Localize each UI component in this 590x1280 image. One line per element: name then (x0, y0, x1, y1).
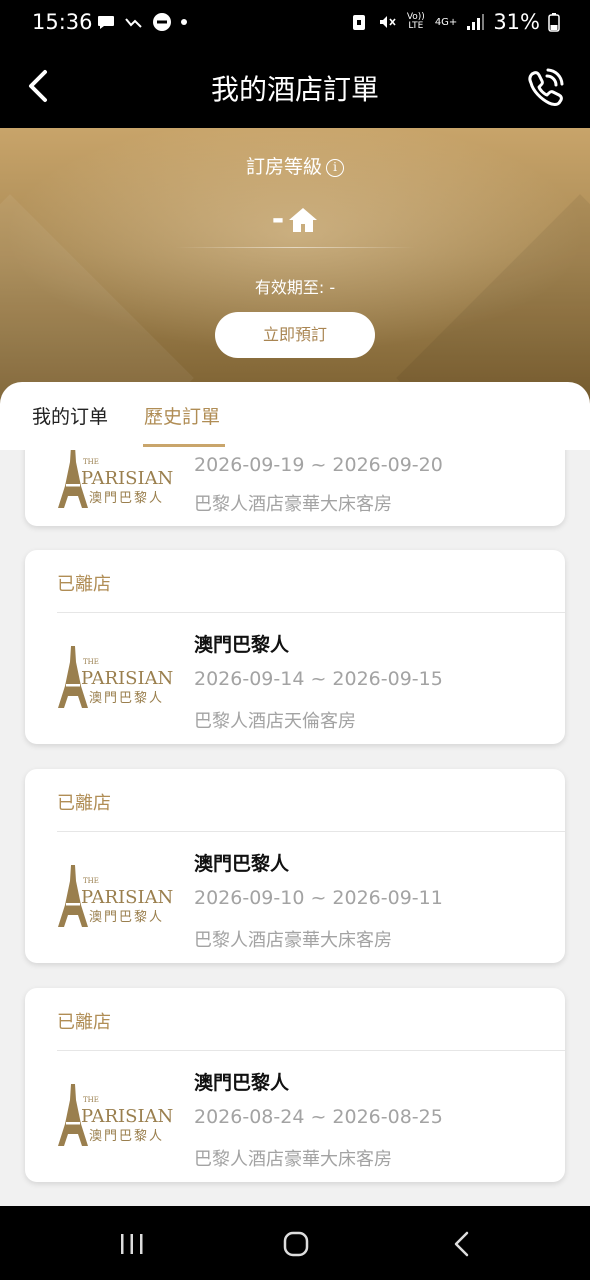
system-nav-bar (0, 1206, 590, 1280)
status-right-icons: Vo)) LTE 4G+ 31% (349, 10, 560, 34)
status-notification-icons (96, 12, 188, 32)
room-type: 巴黎人酒店豪華大床客房 (194, 1149, 392, 1170)
svg-text:PARISIAN: PARISIAN (81, 1106, 173, 1127)
back-nav-icon (454, 1231, 469, 1257)
room-type: 巴黎人酒店天倫客房 (194, 711, 356, 732)
svg-text:澳門巴黎人: 澳門巴黎人 (89, 909, 164, 925)
svg-text:THE: THE (83, 877, 99, 885)
signal-icon (467, 14, 485, 30)
book-now-button[interactable]: 立即預訂 (215, 312, 375, 358)
parisian-logo: THE PARISIAN 澳門巴黎人 (57, 1082, 175, 1148)
card-divider (57, 831, 565, 832)
parisian-logo: THE PARISIAN 澳門巴黎人 (57, 450, 175, 510)
svg-text:PARISIAN: PARISIAN (81, 668, 173, 689)
card-divider (57, 612, 565, 613)
status-bar: 15:36 Vo)) LTE 4G+ 31% (0, 0, 590, 48)
network-type-label: 4G+ (434, 16, 458, 28)
stay-dates: 2026-09-19 ~ 2026-09-20 (194, 454, 443, 476)
missed-call-icon (125, 18, 142, 28)
order-card[interactable]: 已離店 THE PARISIAN 澳門巴黎人 澳門巴黎人 2026-09-10 … (25, 769, 565, 963)
tier-value: - (0, 202, 590, 237)
hotel-name: 澳門巴黎人 (194, 853, 290, 875)
active-tab-indicator (143, 444, 225, 447)
order-card[interactable]: 已離店 THE PARISIAN 澳門巴黎人 澳門巴黎人 2026-09-14 … (25, 550, 565, 744)
dot-icon (181, 19, 187, 25)
info-icon[interactable]: i (326, 159, 344, 177)
recent-apps-icon (121, 1234, 143, 1254)
tab-my-orders[interactable]: 我的订单 (32, 402, 108, 429)
volte-label: Vo)) LTE (406, 12, 425, 31)
eiffel-tower-logo-icon: THE PARISIAN 澳門巴黎人 (58, 1084, 173, 1146)
app-header: 我的酒店訂單 (0, 48, 590, 128)
eiffel-tower-logo-icon: THE PARISIAN 澳門巴黎人 (58, 450, 173, 508)
svg-text:澳門巴黎人: 澳門巴黎人 (89, 490, 164, 506)
phone-call-icon (528, 68, 564, 106)
home-nav-button[interactable] (276, 1224, 316, 1264)
stay-dates: 2026-09-14 ~ 2026-09-15 (194, 668, 443, 690)
svg-text:PARISIAN: PARISIAN (81, 887, 173, 908)
status-time: 15:36 (32, 10, 93, 34)
order-tabs: 我的订单 歷史訂單 (0, 382, 590, 450)
stay-dates: 2026-09-10 ~ 2026-09-11 (194, 887, 443, 909)
eiffel-tower-logo-icon: THE PARISIAN 澳門巴黎人 (58, 646, 173, 708)
do-not-disturb-icon (153, 13, 171, 31)
card-divider (57, 1050, 565, 1051)
call-button[interactable] (522, 64, 568, 110)
membership-hero: 訂房等級 i - 有效期至: - 立即預訂 (0, 128, 590, 408)
svg-text:THE: THE (83, 458, 99, 466)
valid-until: 有效期至: - (254, 278, 336, 297)
recent-apps-button[interactable] (112, 1224, 152, 1264)
order-card[interactable]: THE PARISIAN 澳門巴黎人 2026-09-19 ~ 2026-09-… (25, 450, 565, 526)
back-nav-button[interactable] (442, 1224, 482, 1264)
stay-dates: 2026-08-24 ~ 2026-08-25 (194, 1106, 443, 1128)
eiffel-tower-logo-icon: THE PARISIAN 澳門巴黎人 (58, 865, 173, 927)
room-type: 巴黎人酒店豪華大床客房 (194, 930, 392, 951)
page-title: 我的酒店訂單 (210, 73, 379, 106)
order-card[interactable]: 已離店 THE PARISIAN 澳門巴黎人 澳門巴黎人 2026-08-24 … (25, 988, 565, 1182)
hotel-name: 澳門巴黎人 (194, 634, 290, 656)
hotel-name: 澳門巴黎人 (194, 1072, 290, 1094)
parisian-logo: THE PARISIAN 澳門巴黎人 (57, 863, 175, 929)
tab-order-history[interactable]: 歷史訂單 (144, 402, 220, 429)
home-icon (289, 207, 318, 232)
tier-label: 訂房等級 i (0, 152, 590, 179)
order-status: 已離店 (57, 574, 111, 595)
svg-text:澳門巴黎人: 澳門巴黎人 (89, 1128, 164, 1144)
chat-bubble-icon (98, 16, 114, 29)
order-status: 已離店 (57, 793, 111, 814)
svg-text:澳門巴黎人: 澳門巴黎人 (89, 690, 164, 706)
battery-percent: 31% (493, 10, 540, 34)
tier-label-text: 訂房等級 (245, 156, 322, 178)
home-circle-icon (283, 1231, 309, 1257)
svg-text:PARISIAN: PARISIAN (81, 468, 173, 489)
mute-icon (379, 16, 396, 28)
room-type: 巴黎人酒店豪華大床客房 (194, 494, 392, 515)
parisian-logo: THE PARISIAN 澳門巴黎人 (57, 644, 175, 710)
order-list[interactable]: THE PARISIAN 澳門巴黎人 2026-09-19 ~ 2026-09-… (0, 450, 590, 1206)
svg-text:THE: THE (83, 658, 99, 666)
hero-divider (175, 247, 415, 248)
svg-text:THE: THE (83, 1096, 99, 1104)
battery-icon (548, 13, 560, 32)
lock-screen-icon (352, 15, 365, 30)
order-status: 已離店 (57, 1012, 111, 1033)
tier-value-text: - (271, 202, 285, 237)
